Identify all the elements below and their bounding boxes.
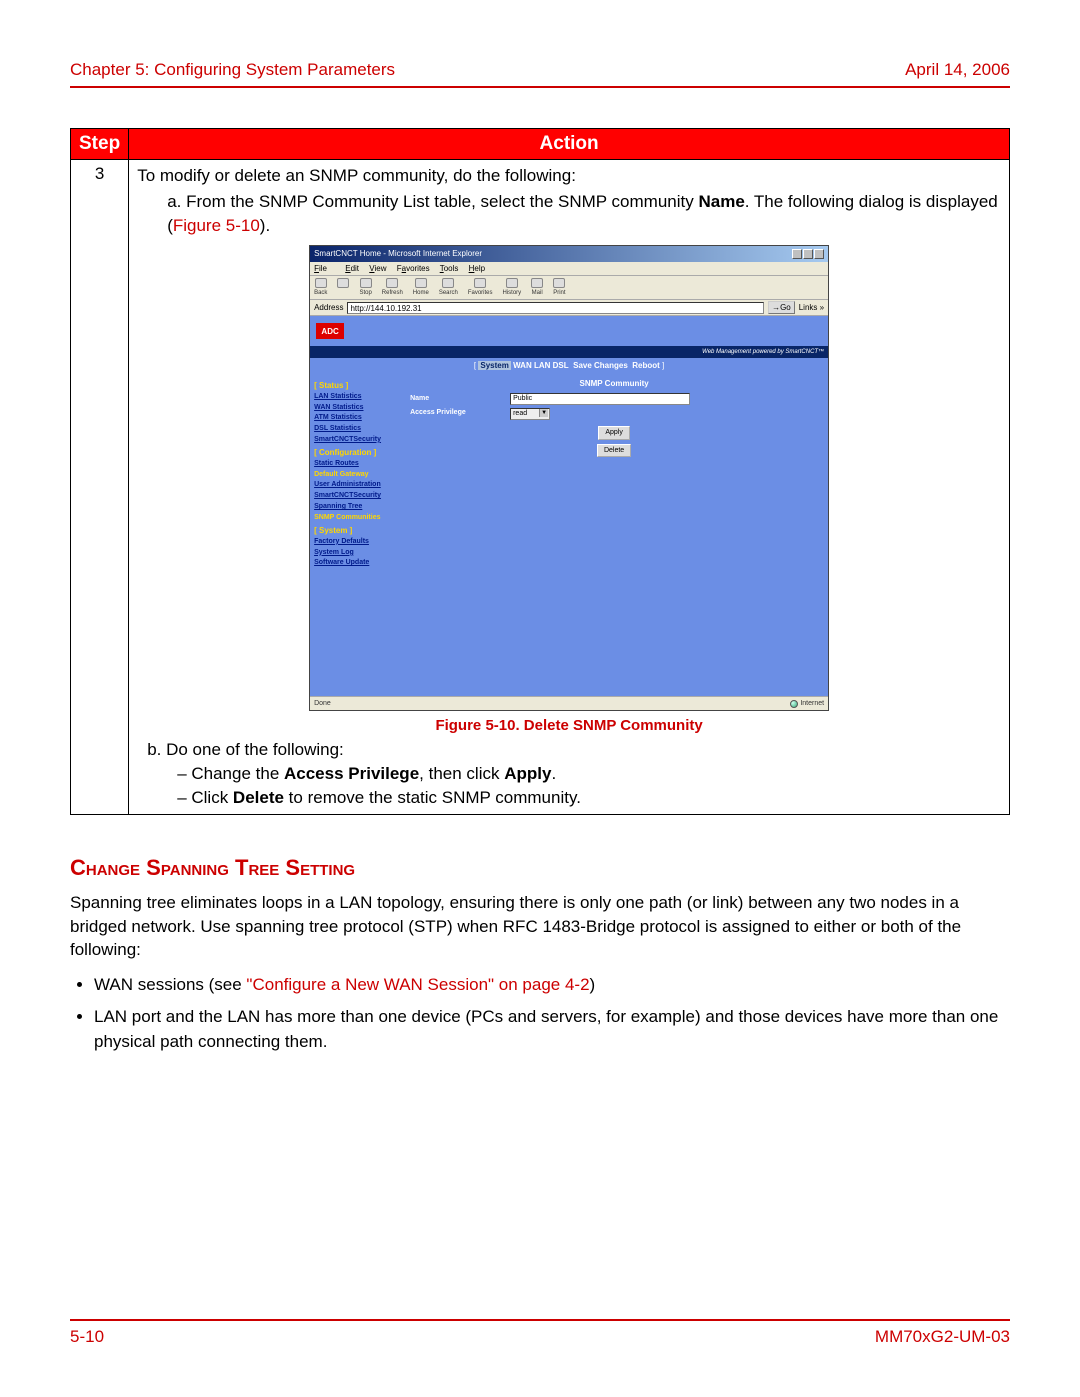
menu-view[interactable]: View [369, 264, 386, 273]
left-security2[interactable]: SmartCNCTSecurity [314, 491, 396, 501]
maximize-icon[interactable] [803, 249, 813, 259]
adc-page: ADC Web Management powered by SmartCNCT™… [310, 316, 828, 696]
left-softup[interactable]: Software Update [314, 558, 396, 568]
ie-status-bar: Done Internet [310, 696, 828, 710]
step-action-cell: To modify or delete an SNMP community, d… [129, 160, 1010, 815]
screenshot-ie-window: SmartCNCT Home - Microsoft Internet Expl… [309, 245, 829, 711]
figure-caption: Figure 5-10. Delete SNMP Community [137, 715, 1001, 736]
footer-doc-id: MM70xG2-UM-03 [875, 1327, 1010, 1347]
bullet-2: LAN port and the LAN has more than one d… [94, 1004, 1010, 1055]
th-step: Step [71, 129, 129, 160]
action-dash-1: – Change the Access Privilege, then clic… [177, 762, 1001, 786]
bullet-1: WAN sessions (see "Configure a New WAN S… [94, 972, 1010, 998]
go-button[interactable]: →Go [768, 301, 795, 314]
action-step-a: a. From the SNMP Community List table, s… [167, 190, 1001, 238]
minimize-icon[interactable] [792, 249, 802, 259]
action-dash-2: – Click Delete to remove the static SNMP… [177, 786, 1001, 810]
ie-address-bar: Address http://144.10.192.31 →Go Links » [310, 300, 828, 316]
figure-ref[interactable]: Figure 5-10 [173, 216, 260, 235]
forward-icon[interactable] [337, 278, 349, 297]
ie-title-bar: SmartCNCT Home - Microsoft Internet Expl… [310, 246, 828, 261]
delete-button[interactable]: Delete [597, 444, 631, 458]
refresh-icon[interactable]: Refresh [382, 278, 403, 297]
menu-file[interactable]: File [314, 264, 335, 273]
left-default-gw[interactable]: Default Gateway [314, 470, 396, 480]
wan-session-link[interactable]: "Configure a New WAN Session" on page 4-… [246, 975, 589, 994]
stop-icon[interactable]: Stop [359, 278, 371, 297]
page-footer: 5-10 MM70xG2-UM-03 [70, 1319, 1010, 1347]
left-dsl-stats[interactable]: DSL Statistics [314, 424, 396, 434]
panel-title: SNMP Community [410, 378, 818, 389]
step-number: 3 [71, 160, 129, 815]
menu-help[interactable]: Help [469, 264, 485, 273]
footer-page-num: 5-10 [70, 1327, 104, 1347]
section-heading: Change Spanning Tree Setting [70, 855, 1010, 881]
nav-save[interactable]: Save Changes [573, 361, 628, 370]
address-label: Address [314, 302, 343, 313]
action-step-b: b. Do one of the following: [147, 738, 1001, 762]
adc-logo: ADC [316, 323, 344, 339]
left-snmp-comm[interactable]: SNMP Communities [314, 513, 396, 523]
close-icon[interactable] [814, 249, 824, 259]
menu-edit[interactable]: Edit [345, 264, 359, 273]
status-left: Done [314, 699, 331, 709]
home-icon[interactable]: Home [413, 278, 429, 297]
left-wan-stats[interactable]: WAN Statistics [314, 403, 396, 413]
apply-button[interactable]: Apply [598, 426, 630, 440]
header-date: April 14, 2006 [905, 60, 1010, 80]
search-icon[interactable]: Search [439, 278, 458, 297]
left-head-system: [ System ] [314, 525, 396, 536]
nav-system[interactable]: System [478, 361, 510, 370]
adc-top-nav: [ System WAN LAN DSL Save Changes Reboot… [310, 358, 828, 373]
section-paragraph: Spanning tree eliminates loops in a LAN … [70, 891, 1010, 962]
adc-tagline: Web Management powered by SmartCNCT™ [310, 346, 828, 358]
ie-menu-bar: File Edit View Favorites Tools Help [310, 262, 828, 276]
left-spanning-tree[interactable]: Spanning Tree [314, 502, 396, 512]
priv-select[interactable]: read [510, 408, 550, 420]
left-lan-stats[interactable]: LAN Statistics [314, 392, 396, 402]
address-input[interactable]: http://144.10.192.31 [347, 302, 764, 314]
step-action-table: Step Action 3 To modify or delete an SNM… [70, 128, 1010, 815]
back-icon[interactable]: Back [314, 278, 327, 297]
print-icon[interactable]: Print [553, 278, 565, 297]
history-icon[interactable]: History [503, 278, 522, 297]
page-header: Chapter 5: Configuring System Parameters… [70, 60, 1010, 88]
priv-label: Access Privilege [410, 408, 510, 418]
name-label: Name [410, 394, 510, 404]
nav-lan[interactable]: LAN [534, 361, 550, 370]
name-input[interactable]: Public [510, 393, 690, 405]
nav-dsl[interactable]: DSL [553, 361, 569, 370]
left-security1[interactable]: SmartCNCTSecurity [314, 435, 396, 445]
left-atm-stats[interactable]: ATM Statistics [314, 413, 396, 423]
favorites-icon[interactable]: Favorites [468, 278, 493, 297]
left-static-routes[interactable]: Static Routes [314, 459, 396, 469]
nav-reboot[interactable]: Reboot [632, 361, 660, 370]
main-panel: SNMP Community Name Public Access Privil… [400, 374, 828, 697]
header-chapter: Chapter 5: Configuring System Parameters [70, 60, 395, 80]
action-intro: To modify or delete an SNMP community, d… [137, 164, 1001, 188]
left-head-status: [ Status ] [314, 380, 396, 391]
menu-favorites[interactable]: Favorites [397, 264, 430, 273]
nav-wan[interactable]: WAN [513, 361, 532, 370]
status-zone: Internet [790, 699, 824, 709]
menu-tools[interactable]: Tools [440, 264, 459, 273]
section-bullets: WAN sessions (see "Configure a New WAN S… [94, 972, 1010, 1055]
th-action: Action [129, 129, 1010, 160]
globe-icon [790, 700, 798, 708]
links-label[interactable]: Links » [799, 302, 824, 313]
left-factory[interactable]: Factory Defaults [314, 537, 396, 547]
mail-icon[interactable]: Mail [531, 278, 543, 297]
left-head-config: [ Configuration ] [314, 447, 396, 458]
left-user-admin[interactable]: User Administration [314, 480, 396, 490]
left-syslog[interactable]: System Log [314, 548, 396, 558]
left-nav: [ Status ] LAN Statistics WAN Statistics… [310, 374, 400, 697]
ie-title-text: SmartCNCT Home - Microsoft Internet Expl… [314, 248, 482, 259]
ie-toolbar: Back Stop Refresh Home Search Favorites … [310, 276, 828, 300]
